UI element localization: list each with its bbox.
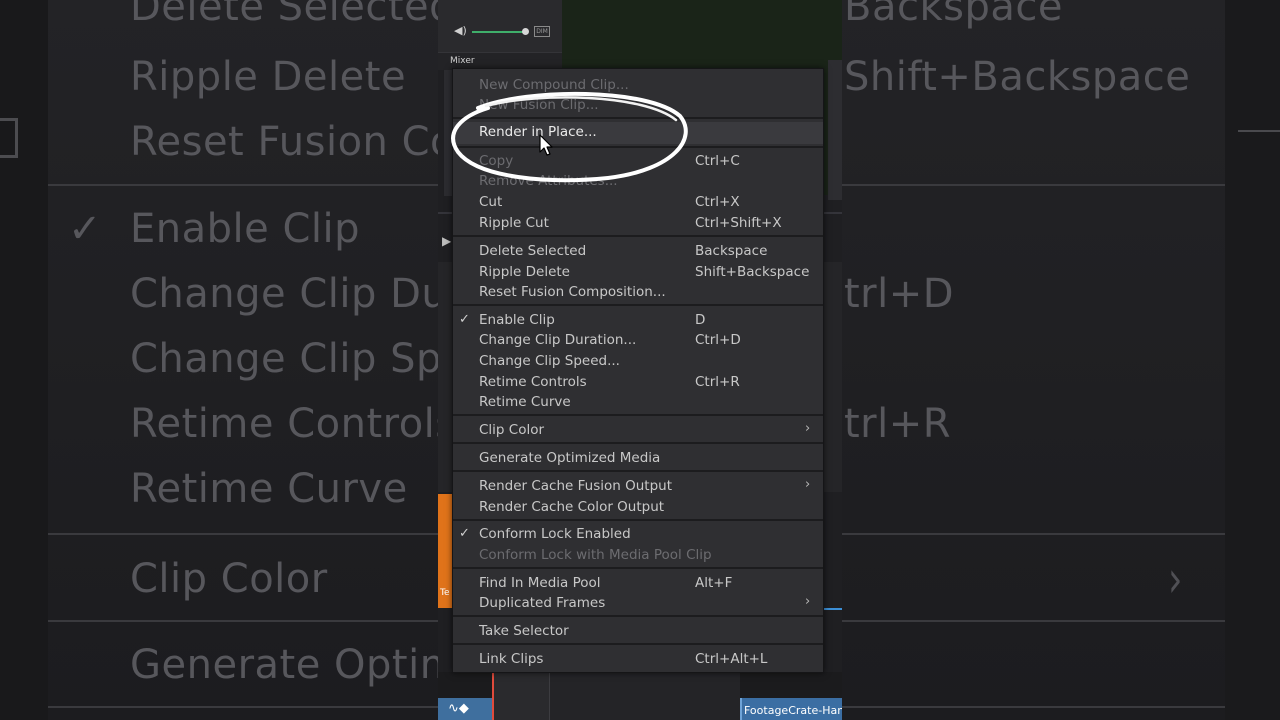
menu-item-conform-lock-enabled[interactable]: ✓ Conform Lock Enabled [453, 524, 823, 544]
mixer-label: Mixer [450, 56, 475, 66]
menu-item-find-in-media-pool[interactable]: Find In Media Pool Alt+F [453, 573, 823, 593]
bg-item-reset-fusion: Reset Fusion Co [130, 119, 456, 165]
menu-item-label: Clip Color [479, 422, 545, 438]
menu-separator [453, 414, 823, 416]
menu-item-shortcut: Ctrl+D [695, 332, 741, 348]
menu-item-label: Ripple Cut [479, 215, 549, 231]
menu-item-shortcut: Ctrl+X [695, 194, 740, 210]
menu-item-shortcut: Ctrl+Shift+X [695, 215, 782, 231]
background-bracket-icon [0, 118, 18, 158]
menu-item-shortcut: Backspace [695, 243, 768, 259]
menu-item-ripple-delete[interactable]: Ripple Delete Shift+Backspace [453, 262, 823, 282]
bg-shortcut-shift-backspace: Shift+Backspace [844, 54, 1191, 100]
menu-item-label: Enable Clip [479, 312, 555, 328]
menu-item-label: Duplicated Frames [479, 595, 606, 611]
menu-item-change-clip-speed[interactable]: Change Clip Speed... [453, 351, 823, 371]
menu-separator [453, 470, 823, 472]
bg-shortcut-backspace: Backspace [844, 0, 1063, 30]
bg-check-icon: ✓ [68, 206, 102, 252]
orange-clip-label: Te [440, 588, 450, 598]
menu-item-label: Find In Media Pool [479, 575, 601, 591]
check-icon: ✓ [459, 312, 470, 327]
menu-item-label: Generate Optimized Media [479, 450, 661, 466]
check-icon: ✓ [459, 526, 470, 541]
chevron-right-icon: › [805, 421, 811, 436]
menu-item-label: Conform Lock with Media Pool Clip [479, 547, 712, 563]
menu-item-label: Delete Selected [479, 243, 587, 259]
menu-item-label: Conform Lock Enabled [479, 526, 631, 542]
bg-item-clip-color: Clip Color [130, 556, 328, 602]
waveform-icon: ∿◆ [448, 701, 469, 716]
track-lane [550, 672, 740, 720]
playhead[interactable] [492, 672, 494, 720]
volume-slider[interactable] [472, 31, 524, 33]
bg-item-retime-controls: Retime Controls [130, 401, 457, 447]
dim-button[interactable]: DIM [534, 26, 550, 37]
menu-item-shortcut: Ctrl+C [695, 153, 740, 169]
menu-separator [453, 567, 823, 569]
menu-item-shortcut: Ctrl+Alt+L [695, 651, 768, 667]
menu-item-ripple-cut[interactable]: Ripple Cut Ctrl+Shift+X [453, 213, 823, 233]
menu-separator [453, 304, 823, 306]
menu-item-cut[interactable]: Cut Ctrl+X [453, 192, 823, 212]
speaker-icon[interactable]: ◀) [454, 24, 467, 37]
menu-item-enable-clip[interactable]: ✓ Enable Clip D [453, 310, 823, 330]
bg-item-delete-selected: Delete Selected [130, 0, 456, 30]
menu-item-shortcut: Ctrl+R [695, 374, 740, 390]
bg-item-retime-curve: Retime Curve [130, 466, 408, 512]
bg-chevron-right-icon: › [1168, 551, 1183, 610]
menu-item-clip-color[interactable]: Clip Color › [453, 420, 823, 440]
track-lane [494, 672, 550, 720]
menu-item-conform-lock-media-pool[interactable]: Conform Lock with Media Pool Clip [453, 545, 823, 565]
bg-item-change-duration: Change Clip Du [130, 271, 448, 317]
bg-item-ripple-delete: Ripple Delete [130, 54, 407, 100]
menu-separator [453, 519, 823, 521]
volume-slider-knob[interactable] [522, 28, 529, 35]
chevron-right-icon: › [805, 594, 811, 609]
menu-item-render-cache-fusion-output[interactable]: Render Cache Fusion Output › [453, 476, 823, 496]
menu-separator [453, 235, 823, 237]
menu-item-label: Cut [479, 194, 503, 210]
menu-item-shortcut: D [695, 312, 706, 328]
menu-item-shortcut: Shift+Backspace [695, 264, 810, 280]
menu-item-reset-fusion-composition[interactable]: Reset Fusion Composition... [453, 282, 823, 302]
highlight-circle-annotation [451, 91, 688, 183]
menu-item-retime-curve[interactable]: Retime Curve [453, 392, 823, 412]
menu-item-retime-controls[interactable]: Retime Controls Ctrl+R [453, 372, 823, 392]
menu-item-label: Render Cache Color Output [479, 499, 665, 515]
menu-item-label: Ripple Delete [479, 264, 570, 280]
menu-item-take-selector[interactable]: Take Selector [453, 621, 823, 641]
menu-item-label: Reset Fusion Composition... [479, 284, 666, 300]
menu-item-delete-selected[interactable]: Delete Selected Backspace [453, 241, 823, 261]
menu-item-render-cache-color-output[interactable]: Render Cache Color Output [453, 497, 823, 517]
menu-item-label: Retime Controls [479, 374, 587, 390]
background-left-column [0, 0, 48, 720]
menu-item-change-clip-duration[interactable]: Change Clip Duration... Ctrl+D [453, 330, 823, 350]
bg-item-enable-clip: Enable Clip [130, 206, 361, 252]
menu-item-shortcut: Alt+F [695, 575, 733, 591]
play-icon[interactable]: ▶ [442, 234, 451, 248]
bg-shortcut-ctrl-r: trl+R [844, 401, 952, 447]
menu-item-label: Change Clip Speed... [479, 353, 620, 369]
mouse-pointer-icon [539, 134, 553, 156]
menu-separator [453, 643, 823, 645]
bg-shortcut-ctrl-d: trl+D [844, 271, 955, 317]
background-ruler [1238, 104, 1280, 132]
bg-item-generate-optimized: Generate Optim [130, 642, 460, 688]
menu-item-label: Render Cache Fusion Output [479, 478, 672, 494]
menu-item-link-clips[interactable]: Link Clips Ctrl+Alt+L [453, 649, 823, 669]
menu-separator [453, 615, 823, 617]
menu-separator [453, 442, 823, 444]
bg-item-change-speed: Change Clip Spe [130, 336, 468, 382]
menu-item-label: Link Clips [479, 651, 544, 667]
chevron-right-icon: › [805, 477, 811, 492]
menu-item-label: Change Clip Duration... [479, 332, 637, 348]
menu-item-duplicated-frames[interactable]: Duplicated Frames › [453, 593, 823, 613]
viewer-scrollbar[interactable] [828, 60, 842, 200]
menu-item-label: Take Selector [479, 623, 569, 639]
footage-clip-label: FootageCrate-Hand [744, 704, 842, 717]
menu-item-label: Retime Curve [479, 394, 571, 410]
menu-item-generate-optimized-media[interactable]: Generate Optimized Media [453, 448, 823, 468]
